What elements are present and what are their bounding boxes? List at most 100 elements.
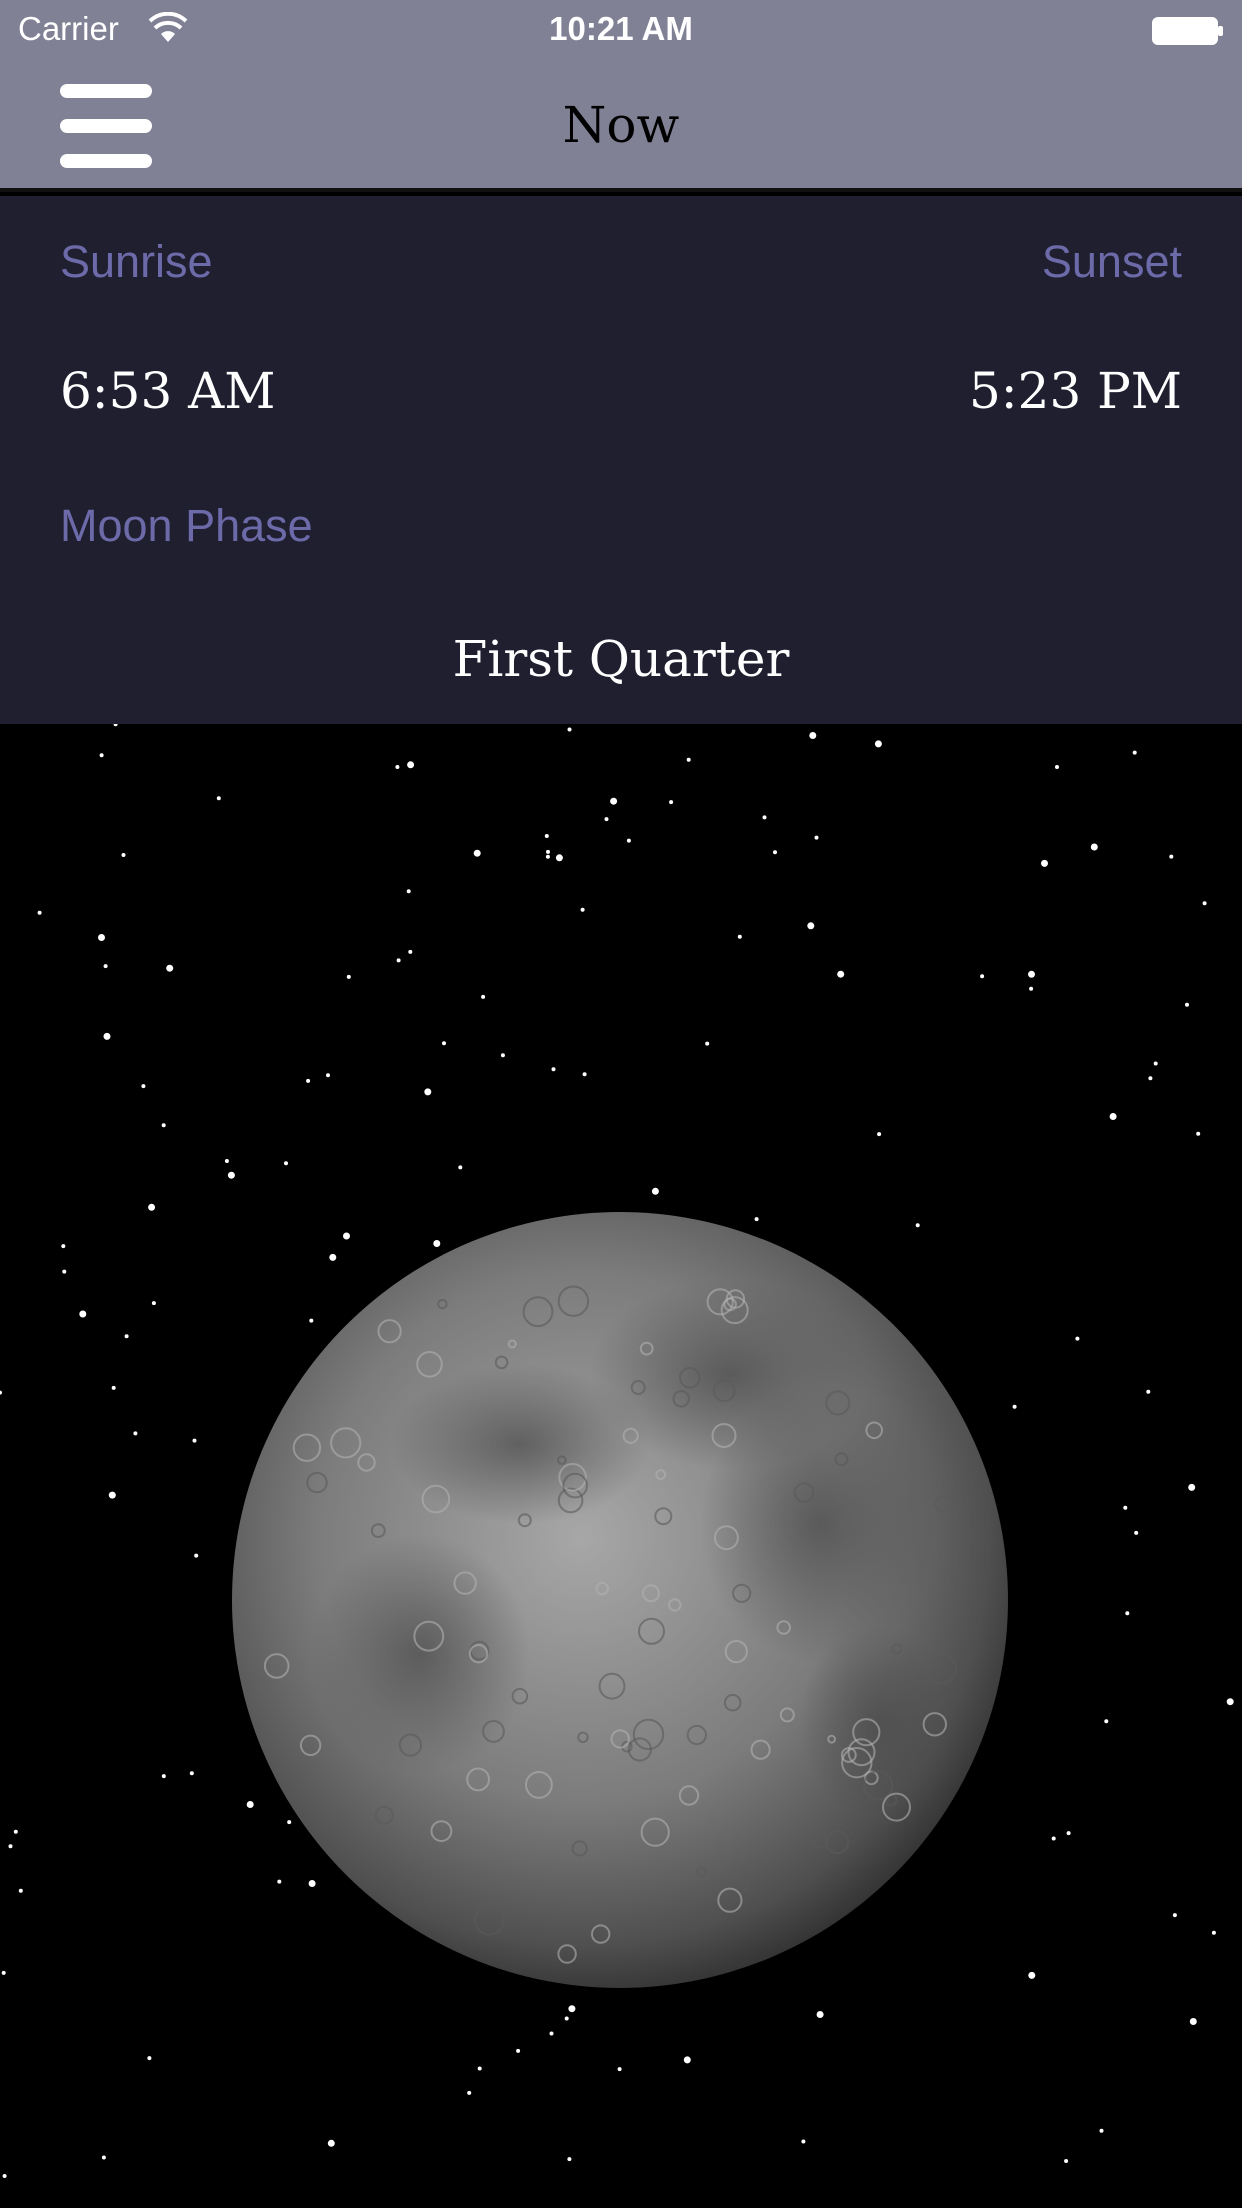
star: [121, 853, 126, 857]
star: [408, 949, 413, 954]
star: [1146, 1389, 1151, 1394]
star: [1099, 2128, 1104, 2133]
star: [406, 889, 411, 894]
star: [166, 964, 174, 972]
star: [161, 1774, 166, 1779]
star: [1075, 1336, 1080, 1341]
sunrise-label: Sunrise: [60, 236, 213, 287]
star: [651, 1187, 659, 1195]
star: [326, 1073, 330, 1078]
star: [551, 1067, 556, 1072]
star: [610, 797, 618, 805]
star: [224, 1159, 229, 1163]
star: [582, 1072, 587, 1077]
star: [1169, 854, 1174, 859]
star: [287, 1820, 292, 1825]
star: [564, 2016, 569, 2021]
star: [1153, 1061, 1158, 1066]
star: [395, 765, 400, 769]
moon-image: [232, 1212, 1008, 1988]
star: [762, 815, 767, 820]
star: [327, 2139, 335, 2147]
star: [147, 2056, 152, 2061]
star: [113, 724, 118, 727]
star: [1189, 2018, 1197, 2025]
star: [1028, 1971, 1036, 1979]
star: [1188, 1483, 1196, 1491]
star: [309, 1318, 314, 1323]
star: [737, 934, 742, 939]
star: [874, 740, 882, 748]
sunset-label: Sunset: [1041, 236, 1182, 287]
moon-phase-label: Moon Phase: [60, 500, 313, 551]
star: [500, 1053, 505, 1058]
star: [424, 1088, 432, 1096]
star: [1123, 1505, 1128, 1510]
star: [18, 1888, 23, 1893]
star: [346, 974, 351, 979]
star: [1, 1970, 6, 1975]
star: [192, 1438, 197, 1443]
star: [37, 910, 42, 915]
star: [568, 2005, 576, 2013]
star: [1172, 1913, 1177, 1918]
star: [1051, 1836, 1056, 1841]
star: [458, 1165, 463, 1170]
star: [567, 727, 572, 732]
star: [284, 1161, 288, 1166]
star: [555, 854, 563, 862]
star: [807, 922, 815, 930]
star: [277, 1879, 282, 1884]
star: [617, 2067, 622, 2072]
star: [98, 934, 105, 941]
star: [103, 1032, 111, 1040]
star: [1029, 986, 1034, 991]
star: [877, 1132, 882, 1137]
star: [1134, 1530, 1139, 1535]
star: [227, 1171, 235, 1179]
star: [433, 1240, 441, 1247]
night-sky-illustration: [0, 724, 1234, 2178]
star: [141, 1084, 146, 1089]
star: [980, 974, 985, 979]
star: [669, 800, 674, 805]
star: [773, 850, 777, 855]
star: [809, 732, 817, 739]
star: [329, 1253, 337, 1261]
star: [101, 2155, 106, 2160]
sun-moon-info-panel: Sunrise Sunset 6:53 AM 5:23 PM Moon Phas…: [0, 196, 1242, 724]
star: [580, 907, 585, 912]
star: [1211, 1930, 1216, 1935]
star: [816, 2011, 824, 2018]
star: [814, 835, 819, 840]
star: [549, 2031, 554, 2036]
star: [604, 817, 609, 822]
star: [546, 849, 550, 854]
star: [1090, 843, 1098, 851]
star: [477, 2066, 482, 2071]
star: [161, 1123, 166, 1128]
star: [467, 2090, 472, 2095]
star: [103, 964, 108, 969]
star: [216, 796, 221, 801]
star: [1202, 901, 1207, 906]
star: [151, 1301, 156, 1306]
sunrise-time: 6:53 AM: [60, 362, 276, 420]
star: [545, 854, 550, 859]
star: [1012, 1404, 1017, 1409]
star: [2, 2174, 7, 2178]
star: [343, 1232, 350, 1240]
star: [194, 1553, 199, 1558]
star: [705, 1041, 710, 1046]
star: [626, 838, 631, 843]
star: [8, 1844, 13, 1849]
star: [108, 1491, 116, 1499]
star: [683, 2056, 691, 2064]
star: [124, 1334, 129, 1339]
night-sky: [0, 724, 1242, 2208]
star: [915, 1223, 920, 1228]
star: [62, 1269, 67, 1274]
star: [189, 1771, 194, 1776]
star: [99, 753, 104, 758]
star: [1185, 1002, 1189, 1007]
